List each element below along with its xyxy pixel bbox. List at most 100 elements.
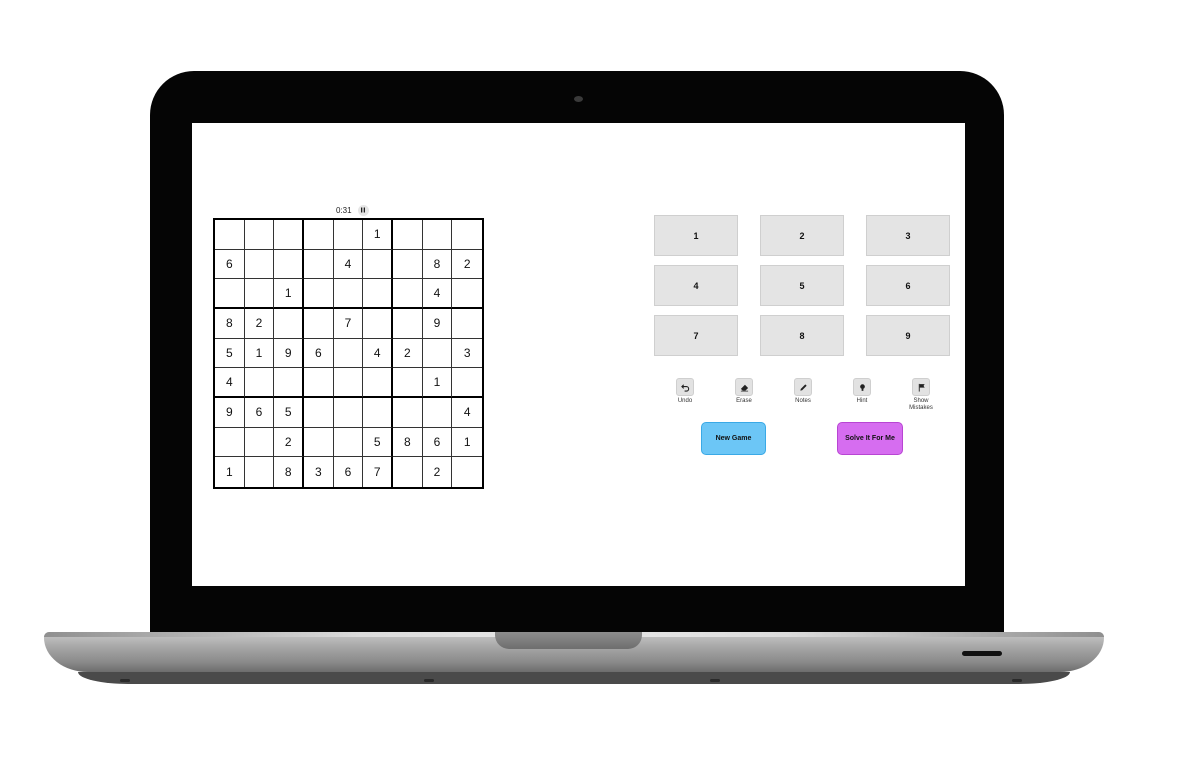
board-cell[interactable] — [303, 279, 334, 309]
board-cell[interactable] — [274, 368, 304, 398]
board-cell[interactable] — [452, 220, 482, 250]
board-cell[interactable] — [363, 249, 393, 280]
number-button-9[interactable]: 9 — [866, 315, 950, 356]
board-cell[interactable]: 4 — [333, 249, 364, 280]
board-cell[interactable] — [333, 220, 364, 250]
board-cell[interactable] — [215, 427, 245, 458]
board-cell[interactable]: 5 — [215, 338, 245, 369]
board-cell[interactable] — [392, 220, 423, 250]
number-button-2[interactable]: 2 — [760, 215, 844, 256]
laptop-opening-notch — [495, 632, 642, 649]
board-cell[interactable] — [363, 397, 393, 428]
board-cell[interactable]: 2 — [452, 250, 482, 280]
board-cell[interactable]: 6 — [422, 427, 453, 458]
board-cell[interactable]: 8 — [215, 308, 245, 339]
board-cell[interactable] — [363, 308, 393, 339]
board-cell[interactable] — [392, 368, 423, 398]
board-cell[interactable]: 9 — [215, 397, 245, 428]
board-cell[interactable]: 2 — [423, 457, 453, 487]
board-cell[interactable] — [452, 279, 482, 309]
undo-button[interactable]: Undo — [665, 378, 705, 405]
hint-button[interactable]: Hint — [842, 378, 882, 405]
board-cell[interactable] — [422, 220, 453, 250]
board-cell[interactable]: 5 — [363, 427, 393, 458]
board-cell[interactable]: 9 — [274, 338, 304, 369]
board-cell[interactable]: 4 — [215, 368, 245, 398]
board-cell[interactable]: 2 — [392, 338, 423, 369]
board-cell[interactable] — [215, 279, 245, 309]
number-button-5[interactable]: 5 — [760, 265, 844, 306]
board-cell[interactable] — [274, 220, 304, 250]
board-cell[interactable] — [392, 308, 423, 339]
board-cell[interactable] — [244, 368, 275, 398]
board-cell[interactable] — [363, 279, 393, 309]
number-button-7[interactable]: 7 — [654, 315, 738, 356]
board-cell[interactable] — [244, 279, 275, 309]
board-cell[interactable] — [274, 249, 304, 280]
board-cell[interactable]: 1 — [422, 368, 453, 398]
solve-button[interactable]: Solve It For Me — [837, 422, 903, 455]
number-button-8[interactable]: 8 — [760, 315, 844, 356]
number-button-4[interactable]: 4 — [654, 265, 738, 306]
board-cell[interactable]: 2 — [274, 427, 304, 458]
board-cell[interactable]: 1 — [274, 279, 304, 309]
board-cell[interactable] — [422, 338, 453, 369]
new-game-button[interactable]: New Game — [701, 422, 766, 455]
notes-button[interactable]: Notes — [783, 378, 823, 405]
erase-button[interactable]: Erase — [724, 378, 764, 405]
board-cell[interactable] — [303, 308, 334, 339]
board-cell[interactable] — [333, 368, 364, 398]
board-cell[interactable]: 5 — [274, 397, 304, 428]
board-cell[interactable]: 2 — [244, 308, 275, 339]
board-cell[interactable] — [392, 279, 423, 309]
board-cell[interactable] — [452, 309, 482, 339]
board-cell[interactable] — [392, 397, 423, 428]
board-cell[interactable] — [333, 338, 364, 369]
board-cell[interactable] — [333, 397, 364, 428]
board-cell[interactable] — [452, 368, 482, 398]
board-cell[interactable] — [244, 427, 275, 458]
board-cell[interactable] — [215, 220, 245, 250]
board-cell[interactable] — [333, 279, 364, 309]
board-cell[interactable] — [303, 368, 334, 398]
board-cell[interactable] — [244, 249, 275, 280]
board-cell[interactable]: 6 — [244, 397, 275, 428]
board-cell[interactable] — [303, 427, 334, 458]
show-mistakes-button[interactable]: Show Mistakes — [901, 378, 941, 412]
laptop-foot — [1012, 679, 1022, 682]
board-cell[interactable] — [452, 457, 482, 487]
board-cell[interactable]: 8 — [392, 427, 423, 458]
board-cell[interactable]: 1 — [215, 457, 245, 487]
board-cell[interactable] — [245, 457, 275, 487]
board-cell[interactable]: 6 — [215, 249, 245, 280]
board-cell[interactable] — [422, 397, 453, 428]
board-cell[interactable]: 3 — [452, 339, 482, 369]
board-cell[interactable]: 7 — [333, 308, 364, 339]
board-cell[interactable]: 8 — [422, 249, 453, 280]
board-cell[interactable]: 3 — [304, 457, 334, 487]
board-cell[interactable]: 8 — [274, 457, 304, 487]
board-cell[interactable]: 4 — [422, 279, 453, 309]
board-cell[interactable] — [303, 397, 334, 428]
number-button-3[interactable]: 3 — [866, 215, 950, 256]
board-cell[interactable]: 9 — [422, 308, 453, 339]
board-cell[interactable]: 1 — [244, 338, 275, 369]
board-cell[interactable]: 6 — [334, 457, 364, 487]
pause-button[interactable] — [357, 204, 369, 216]
board-cell[interactable] — [363, 368, 393, 398]
board-cell[interactable]: 4 — [363, 338, 393, 369]
number-button-1[interactable]: 1 — [654, 215, 738, 256]
board-cell[interactable] — [303, 220, 334, 250]
board-cell[interactable] — [333, 427, 364, 458]
board-cell[interactable]: 7 — [363, 457, 393, 487]
board-cell[interactable] — [274, 308, 304, 339]
board-cell[interactable] — [303, 249, 334, 280]
board-cell[interactable]: 1 — [363, 220, 393, 250]
board-cell[interactable]: 1 — [452, 428, 482, 458]
board-cell[interactable] — [393, 457, 423, 487]
board-cell[interactable] — [392, 249, 423, 280]
board-cell[interactable]: 6 — [303, 338, 334, 369]
board-cell[interactable] — [244, 220, 275, 250]
board-cell[interactable]: 4 — [452, 398, 482, 428]
number-button-6[interactable]: 6 — [866, 265, 950, 306]
